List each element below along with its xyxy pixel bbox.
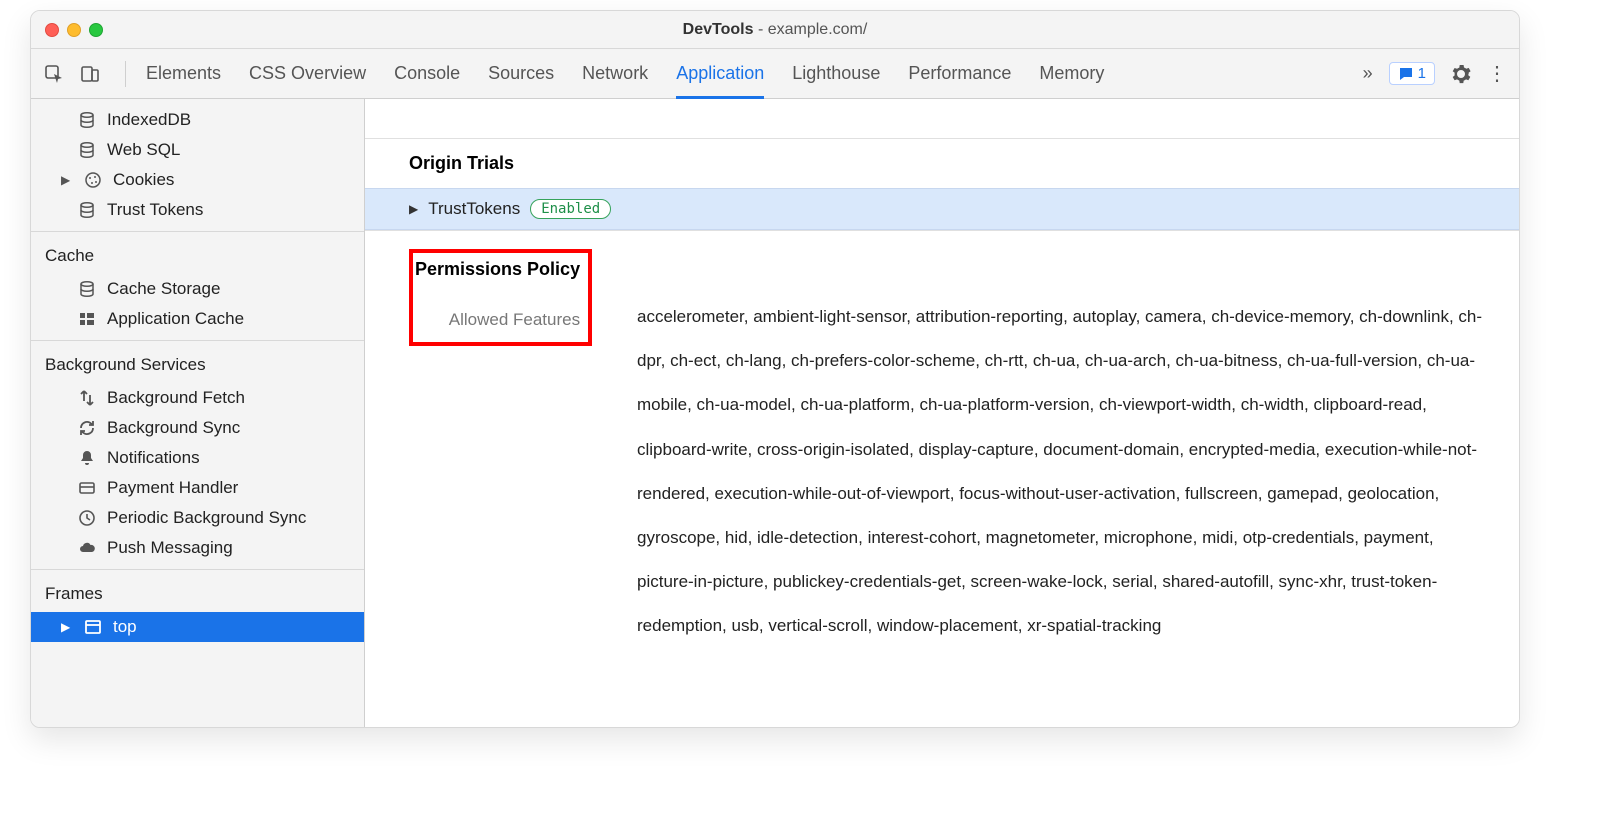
devtools-toolbar: Elements CSS Overview Console Sources Ne… [31,49,1519,99]
clock-icon [77,508,97,528]
permissions-policy-section: Permissions Policy Allowed Features acce… [365,231,1519,673]
more-tabs-icon[interactable]: » [1363,63,1373,84]
origin-trials-header: Origin Trials [365,153,1519,188]
panel-tabs: Elements CSS Overview Console Sources Ne… [146,49,1104,98]
sidebar-item-push-messaging[interactable]: Push Messaging [31,533,364,563]
messages-badge[interactable]: 1 [1389,62,1435,85]
permissions-policy-header: Permissions Policy [415,259,580,280]
inspect-element-icon[interactable] [43,63,65,85]
database-icon [77,110,97,130]
application-sidebar: IndexedDB Web SQL ▶ Cookies Trust Tokens [31,99,365,727]
database-icon [77,200,97,220]
window-controls [45,23,103,37]
devtools-window: DevTools - example.com/ Elements CSS Ove… [30,10,1520,728]
message-icon [1398,66,1414,82]
tab-application[interactable]: Application [676,49,764,98]
expand-caret-icon[interactable]: ▶ [409,202,418,216]
sidebar-item-periodic-sync[interactable]: Periodic Background Sync [31,503,364,533]
allowed-features-list: accelerometer, ambient-light-sensor, att… [637,295,1491,649]
tab-performance[interactable]: Performance [908,49,1011,98]
tab-console[interactable]: Console [394,49,460,98]
tab-network[interactable]: Network [582,49,648,98]
sidebar-item-payment-handler[interactable]: Payment Handler [31,473,364,503]
origin-trial-row[interactable]: ▶ TrustTokens Enabled [365,188,1519,230]
settings-gear-icon[interactable] [1451,64,1471,84]
window-title: DevTools - example.com/ [31,21,1519,39]
title-app: DevTools [683,21,754,38]
database-icon [77,279,97,299]
zoom-window-button[interactable] [89,23,103,37]
database-icon [77,140,97,160]
window-icon [83,617,103,637]
tab-sources[interactable]: Sources [488,49,554,98]
sidebar-header-cache: Cache [31,238,364,274]
enabled-badge: Enabled [530,199,611,219]
card-icon [77,478,97,498]
origin-trials-section: Origin Trials ▶ TrustTokens Enabled [365,139,1519,230]
transfer-icon [77,388,97,408]
messages-count: 1 [1418,65,1426,82]
tab-lighthouse[interactable]: Lighthouse [792,49,880,98]
allowed-features-label: Allowed Features [415,310,580,330]
expand-caret-icon[interactable]: ▶ [61,173,73,187]
cloud-icon [77,538,97,558]
sync-icon [77,418,97,438]
tab-memory[interactable]: Memory [1039,49,1104,98]
bell-icon [77,448,97,468]
tab-elements[interactable]: Elements [146,49,221,98]
more-options-icon[interactable]: ⋮ [1487,61,1507,86]
toolbar-separator [125,61,126,87]
sidebar-item-websql[interactable]: Web SQL [31,135,364,165]
titlebar: DevTools - example.com/ [31,11,1519,49]
device-toggle-icon[interactable] [79,63,101,85]
grid-icon [77,309,97,329]
sidebar-item-notifications[interactable]: Notifications [31,443,364,473]
trial-name: TrustTokens [428,199,520,219]
minimize-window-button[interactable] [67,23,81,37]
main-panel: Origin Trials ▶ TrustTokens Enabled Perm… [365,99,1519,727]
sidebar-item-application-cache[interactable]: Application Cache [31,304,364,334]
sidebar-item-indexeddb[interactable]: IndexedDB [31,105,364,135]
sidebar-item-cache-storage[interactable]: Cache Storage [31,274,364,304]
tab-css-overview[interactable]: CSS Overview [249,49,366,98]
cookie-icon [83,170,103,190]
sidebar-header-background-services: Background Services [31,347,364,383]
highlight-box: Permissions Policy Allowed Features [409,249,592,346]
close-window-button[interactable] [45,23,59,37]
expand-caret-icon[interactable]: ▶ [61,620,73,634]
sidebar-item-background-sync[interactable]: Background Sync [31,413,364,443]
title-url: example.com/ [768,21,868,38]
sidebar-header-frames: Frames [31,576,364,612]
sidebar-item-background-fetch[interactable]: Background Fetch [31,383,364,413]
sidebar-item-trust-tokens[interactable]: Trust Tokens [31,195,364,225]
sidebar-item-cookies[interactable]: ▶ Cookies [31,165,364,195]
sidebar-item-frame-top[interactable]: ▶ top [31,612,364,642]
